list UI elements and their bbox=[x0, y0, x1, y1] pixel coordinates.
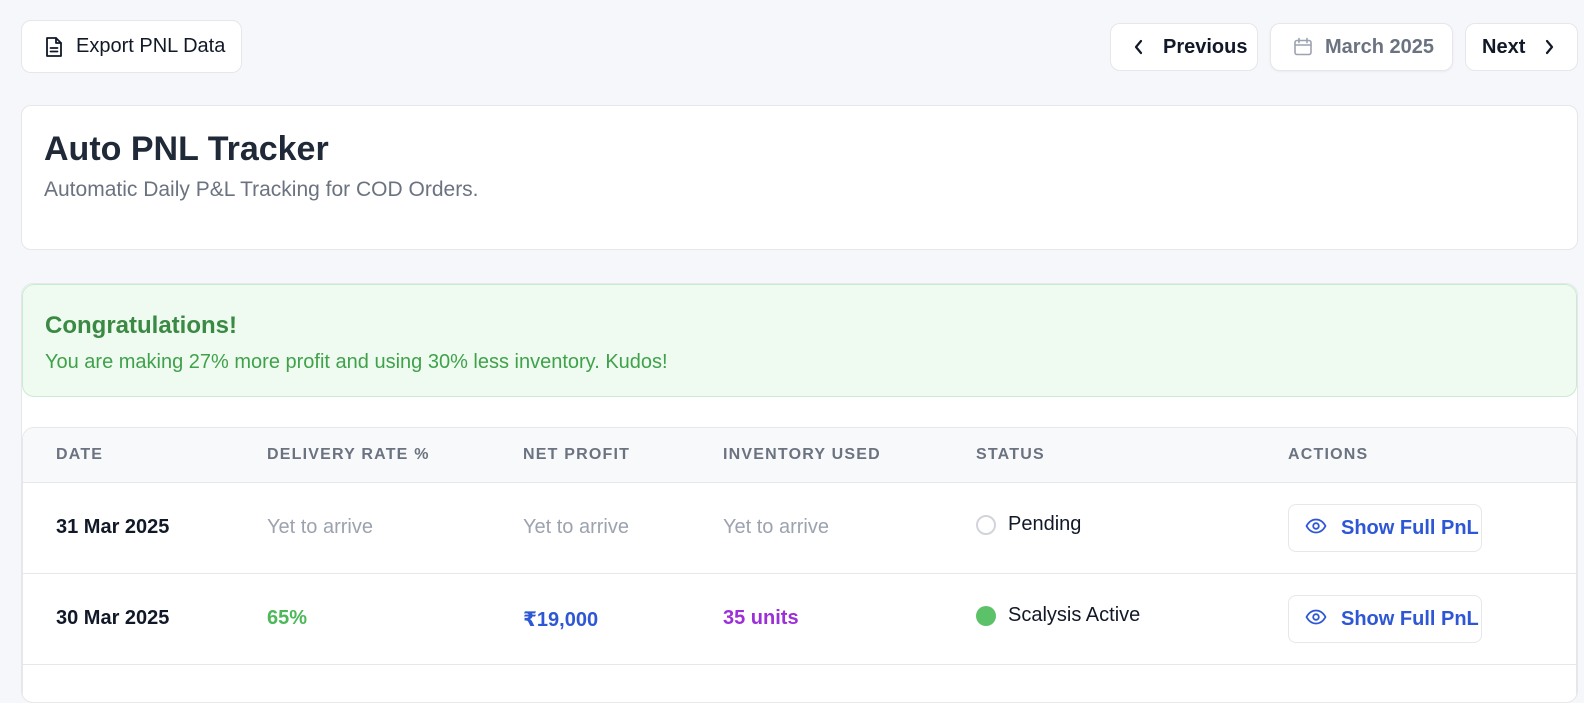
eye-icon bbox=[1305, 517, 1327, 540]
pnl-table: DATE DELIVERY RATE % NET PROFIT INVENTOR… bbox=[22, 427, 1577, 702]
row-net-profit: ₹19,000 bbox=[523, 609, 599, 631]
column-header-delivery-rate: DELIVERY RATE % bbox=[267, 446, 430, 463]
document-icon bbox=[44, 36, 64, 58]
header-card: Auto PNL Tracker Automatic Daily P&L Tra… bbox=[21, 105, 1578, 250]
show-full-pnl-label: Show Full PnL bbox=[1341, 607, 1479, 630]
export-pnl-button[interactable]: Export PNL Data bbox=[21, 20, 242, 73]
row-net-profit: Yet to arrive bbox=[523, 516, 629, 538]
status-label: Scalysis Active bbox=[1008, 604, 1141, 626]
show-full-pnl-label: Show Full PnL bbox=[1341, 516, 1479, 539]
pnl-card: Congratulations! You are making 27% more… bbox=[21, 283, 1578, 703]
row-date: 31 Mar 2025 bbox=[56, 516, 170, 538]
row-date: 30 Mar 2025 bbox=[56, 607, 170, 629]
next-month-button[interactable]: Next bbox=[1465, 23, 1578, 71]
next-label: Next bbox=[1482, 35, 1526, 58]
table-row: 30 Mar 2025 65% ₹19,000 35 units Scalysi… bbox=[23, 574, 1576, 665]
pending-status-icon bbox=[976, 514, 996, 535]
status-badge: Pending bbox=[976, 513, 1081, 536]
page-subtitle: Automatic Daily P&L Tracking for COD Ord… bbox=[44, 178, 479, 201]
column-header-actions: ACTIONS bbox=[1288, 446, 1369, 463]
show-full-pnl-button[interactable]: Show Full PnL bbox=[1288, 504, 1482, 552]
chevron-left-icon bbox=[1133, 39, 1145, 55]
calendar-icon bbox=[1293, 37, 1313, 57]
column-header-date: DATE bbox=[56, 446, 104, 463]
row-inventory: 35 units bbox=[723, 607, 799, 629]
congrats-message: You are making 27% more profit and using… bbox=[45, 351, 668, 373]
month-label: March 2025 bbox=[1325, 35, 1434, 58]
status-badge: Scalysis Active bbox=[976, 604, 1140, 627]
row-delivery-rate: 65% bbox=[267, 607, 308, 629]
previous-label: Previous bbox=[1163, 35, 1248, 58]
row-delivery-rate: Yet to arrive bbox=[267, 516, 373, 538]
congrats-title: Congratulations! bbox=[45, 312, 237, 339]
page-title: Auto PNL Tracker bbox=[44, 130, 329, 168]
table-header: DATE DELIVERY RATE % NET PROFIT INVENTOR… bbox=[23, 428, 1576, 483]
column-header-net-profit: NET PROFIT bbox=[523, 446, 631, 463]
congrats-banner: Congratulations! You are making 27% more… bbox=[22, 284, 1577, 397]
column-header-inventory: INVENTORY USED bbox=[723, 446, 881, 463]
row-inventory: Yet to arrive bbox=[723, 516, 829, 538]
show-full-pnl-button[interactable]: Show Full PnL bbox=[1288, 595, 1482, 643]
export-pnl-label: Export PNL Data bbox=[76, 35, 226, 57]
column-header-status: STATUS bbox=[976, 446, 1045, 463]
active-status-icon bbox=[976, 605, 996, 626]
chevron-right-icon bbox=[1543, 39, 1555, 55]
eye-icon bbox=[1305, 608, 1327, 631]
month-picker-button[interactable]: March 2025 bbox=[1270, 23, 1453, 71]
status-label: Pending bbox=[1008, 513, 1082, 535]
previous-month-button[interactable]: Previous bbox=[1110, 23, 1258, 71]
table-row: 31 Mar 2025 Yet to arrive Yet to arrive … bbox=[23, 483, 1576, 574]
